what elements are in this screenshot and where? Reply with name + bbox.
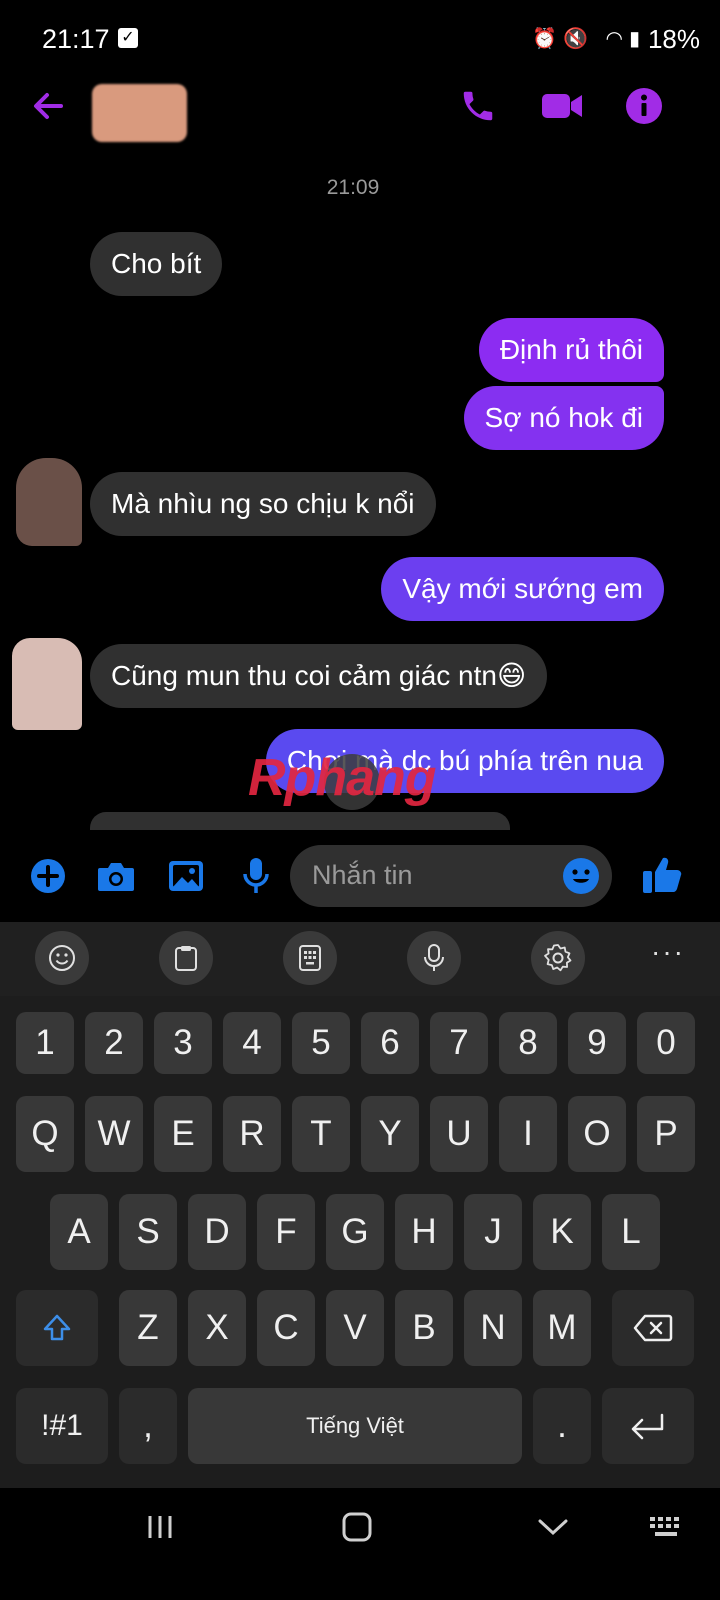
clipboard-icon[interactable] bbox=[159, 931, 213, 985]
status-icons: ⏰🔇 ◠▮ bbox=[532, 28, 646, 50]
message-bubble-incoming[interactable]: Cho bít bbox=[90, 232, 223, 296]
key-4[interactable]: 4 bbox=[223, 1012, 281, 1074]
message-input-placeholder: Nhắn tin bbox=[312, 860, 413, 890]
space-bar[interactable]: Tiếng Việt bbox=[188, 1388, 522, 1464]
camera-icon[interactable] bbox=[94, 854, 138, 898]
battery-level: 18% bbox=[647, 24, 700, 54]
key-0[interactable]: 0 bbox=[637, 1012, 695, 1074]
message-timestamp: 21:09 bbox=[326, 176, 380, 199]
key-o[interactable]: O bbox=[568, 1096, 626, 1172]
key-s[interactable]: S bbox=[119, 1194, 177, 1270]
comma-key[interactable]: , bbox=[119, 1388, 177, 1464]
settings-gear-icon[interactable] bbox=[531, 931, 585, 985]
key-r[interactable]: R bbox=[223, 1096, 281, 1172]
message-bubble-incoming[interactable]: Cũng mun thu coi cảm giác ntn😄 bbox=[90, 644, 548, 708]
image-icon[interactable] bbox=[164, 854, 208, 898]
key-t[interactable]: T bbox=[292, 1096, 350, 1172]
plus-icon[interactable] bbox=[26, 854, 70, 898]
key-8[interactable]: 8 bbox=[499, 1012, 557, 1074]
voice-input-icon[interactable] bbox=[407, 931, 461, 985]
key-6[interactable]: 6 bbox=[361, 1012, 419, 1074]
key-q[interactable]: Q bbox=[16, 1096, 74, 1172]
key-l[interactable]: L bbox=[602, 1194, 660, 1270]
key-u[interactable]: U bbox=[430, 1096, 488, 1172]
emoji-icon[interactable] bbox=[35, 931, 89, 985]
key-9[interactable]: 9 bbox=[568, 1012, 626, 1074]
more-options-icon[interactable]: ··· bbox=[640, 938, 696, 976]
backspace-icon bbox=[633, 1314, 673, 1342]
backspace-key[interactable] bbox=[612, 1290, 694, 1366]
keyboard-icon[interactable] bbox=[648, 1514, 684, 1540]
enter-return-icon bbox=[631, 1413, 664, 1440]
key-5[interactable]: 5 bbox=[292, 1012, 350, 1074]
key-z[interactable]: Z bbox=[119, 1290, 177, 1366]
contact-avatar[interactable] bbox=[92, 84, 187, 142]
key-m[interactable]: M bbox=[533, 1290, 591, 1366]
key-n[interactable]: N bbox=[464, 1290, 522, 1366]
system-navigation-bar bbox=[0, 1488, 720, 1600]
key-b[interactable]: B bbox=[395, 1290, 453, 1366]
symbols-key[interactable]: !#1 bbox=[16, 1388, 108, 1464]
key-h[interactable]: H bbox=[395, 1194, 453, 1270]
recent-apps-icon[interactable] bbox=[140, 1512, 180, 1542]
keyboard-toolbar: ··· bbox=[0, 922, 720, 996]
key-j[interactable]: J bbox=[464, 1194, 522, 1270]
enter-key[interactable] bbox=[602, 1388, 694, 1464]
key-d[interactable]: D bbox=[188, 1194, 246, 1270]
key-3[interactable]: 3 bbox=[154, 1012, 212, 1074]
status-time: 21:17 bbox=[42, 24, 110, 54]
period-key[interactable]: . bbox=[533, 1388, 591, 1464]
thumbs-up-icon[interactable] bbox=[640, 852, 684, 896]
key-g[interactable]: G bbox=[326, 1194, 384, 1270]
check-square-icon: ✓ bbox=[118, 28, 138, 48]
key-v[interactable]: V bbox=[326, 1290, 384, 1366]
key-x[interactable]: X bbox=[188, 1290, 246, 1366]
back-arrow-icon[interactable] bbox=[20, 78, 76, 134]
sender-avatar[interactable] bbox=[12, 638, 82, 730]
message-bubble-incoming-partial bbox=[90, 812, 510, 830]
key-e[interactable]: E bbox=[154, 1096, 212, 1172]
key-y[interactable]: Y bbox=[361, 1096, 419, 1172]
key-1[interactable]: 1 bbox=[16, 1012, 74, 1074]
message-bubble-outgoing[interactable]: Vậy mới sướng em bbox=[381, 557, 664, 621]
watermark-logo: Rphang bbox=[248, 749, 437, 807]
emoji-smile-icon[interactable] bbox=[562, 857, 600, 900]
video-camera-icon[interactable] bbox=[534, 78, 590, 134]
home-icon[interactable] bbox=[340, 1510, 374, 1544]
message-bubble-outgoing[interactable]: Sợ nó hok đi bbox=[463, 386, 664, 450]
message-input[interactable]: Nhắn tin bbox=[290, 845, 612, 907]
key-f[interactable]: F bbox=[257, 1194, 315, 1270]
key-k[interactable]: K bbox=[533, 1194, 591, 1270]
key-w[interactable]: W bbox=[85, 1096, 143, 1172]
key-c[interactable]: C bbox=[257, 1290, 315, 1366]
keyboard-mode-icon[interactable] bbox=[283, 931, 337, 985]
shift-arrow-icon bbox=[43, 1314, 71, 1341]
key-2[interactable]: 2 bbox=[85, 1012, 143, 1074]
shift-key[interactable] bbox=[16, 1290, 98, 1366]
info-icon[interactable] bbox=[616, 78, 672, 134]
phone-icon[interactable] bbox=[450, 78, 506, 134]
key-7[interactable]: 7 bbox=[430, 1012, 488, 1074]
key-a[interactable]: A bbox=[50, 1194, 108, 1270]
key-p[interactable]: P bbox=[637, 1096, 695, 1172]
status-bar: 21:17 ✓ ⏰🔇 ◠▮ 18% bbox=[0, 0, 720, 80]
sender-avatar[interactable] bbox=[16, 458, 82, 546]
message-bubble-outgoing[interactable]: Định rủ thôi bbox=[478, 318, 664, 382]
back-chevron-icon[interactable] bbox=[536, 1514, 570, 1540]
key-i[interactable]: I bbox=[499, 1096, 557, 1172]
microphone-icon[interactable] bbox=[234, 854, 278, 898]
message-bubble-incoming[interactable]: Mà nhìu ng so chịu k nổi bbox=[90, 472, 436, 536]
